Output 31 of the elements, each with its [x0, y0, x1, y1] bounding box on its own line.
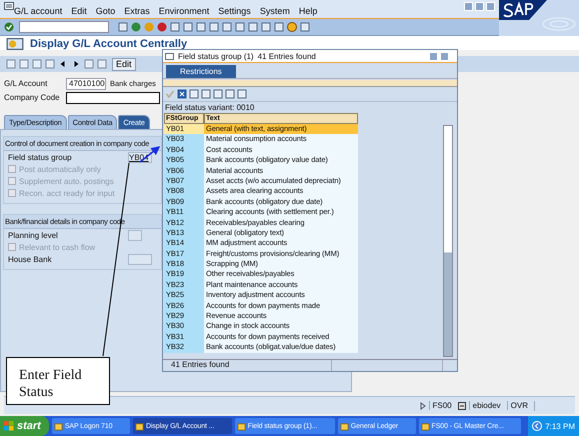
input-mode: OVR: [506, 401, 531, 410]
transaction-code: FS00: [428, 401, 455, 410]
entries-count: 41 Entries found: [258, 52, 316, 60]
menu-item[interactable]: System: [260, 6, 290, 16]
menu-item[interactable]: G/L account: [14, 6, 62, 16]
account-field[interactable]: 47010100: [66, 78, 106, 90]
screen-title: Display G/L Account Centrally: [30, 38, 188, 50]
menu-item[interactable]: Edit: [71, 6, 87, 16]
field-label: Company Code: [4, 93, 61, 102]
menu-item[interactable]: Goto: [96, 6, 116, 16]
status-text: 41 Entries found: [163, 360, 332, 371]
server-name: ebiodev: [468, 401, 504, 410]
checkbox-label: Post automatically only: [19, 164, 101, 174]
checkbox-label: Relevant to cash flow: [19, 242, 96, 252]
menu-item[interactable]: Environment: [158, 6, 210, 16]
field-label: G/L Account: [4, 79, 48, 88]
field-label: Planning level: [8, 230, 59, 240]
menu-item[interactable]: Extras: [124, 6, 150, 16]
variant-label: Field status variant: 0010: [164, 102, 256, 113]
menu-item[interactable]: Settings: [218, 6, 251, 16]
tab[interactable]: Restrictions: [166, 65, 236, 78]
clock: 7:13 PM: [545, 422, 575, 430]
checkbox-label: Supplement auto. postings: [19, 176, 114, 186]
start-button[interactable]: start: [0, 416, 49, 436]
menu-item[interactable]: Help: [298, 6, 318, 16]
checkbox-label: Recon. acct ready for input: [19, 188, 115, 198]
field-label: Field status group: [8, 152, 73, 162]
edit-button[interactable]: Edit: [112, 58, 136, 70]
callout-box: Enter Field Status: [6, 357, 110, 405]
dialog-title: Field status group (1): [178, 52, 254, 60]
field-label: House Bank: [8, 254, 53, 264]
